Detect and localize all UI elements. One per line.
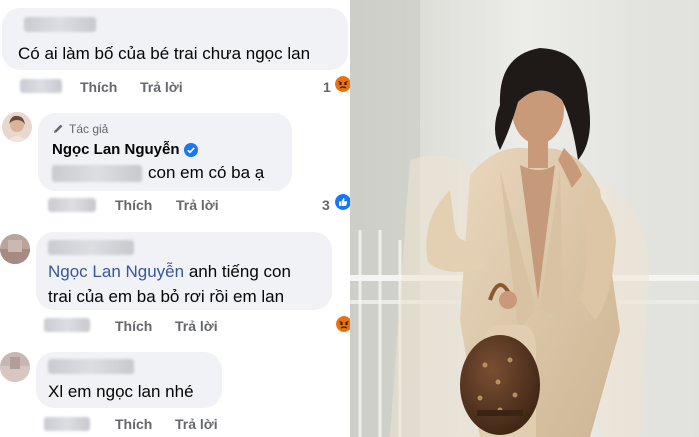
angry-reaction-icon (335, 76, 350, 92)
mention-link[interactable]: Ngọc Lan Nguyễn (48, 262, 184, 281)
author-comment-bubble: Tác giả Ngọc Lan Nguyễn con em có ba ạ (38, 113, 292, 191)
author-avatar[interactable] (2, 112, 32, 142)
comment-text: Có ai làm bố của bé trai chưa ngọc lan (18, 44, 311, 63)
blurred-timestamp (44, 318, 90, 332)
photo-illustration (350, 0, 699, 437)
blurred-mention (52, 165, 142, 182)
reaction-count[interactable]: 3 (322, 197, 330, 213)
blurred-username (48, 240, 134, 255)
blurred-timestamp (48, 198, 96, 212)
blurred-timestamp (20, 79, 62, 93)
comment-bubble: Có ai làm bố của bé trai chưa ngọc lan (2, 8, 348, 70)
like-button[interactable]: Thích (115, 318, 152, 334)
comment-text: con em có ba ạ (148, 163, 265, 182)
reply-button[interactable]: Trả lời (175, 416, 218, 432)
blurred-timestamp (44, 417, 90, 431)
comment-text: Xl em ngọc lan nhé (48, 382, 194, 401)
like-reaction-icon (335, 194, 350, 210)
reply-button[interactable]: Trả lời (176, 197, 219, 213)
author-name-link[interactable]: Ngọc Lan Nguyễn (52, 141, 180, 158)
photo-woman-in-beige-suit (350, 0, 699, 437)
author-badge: Tác giả (52, 121, 172, 137)
blurred-username (48, 359, 134, 374)
comment-bubble: Ngọc Lan Nguyễn anh tiếng con trai của e… (36, 232, 332, 310)
angry-reaction-icon (336, 316, 350, 332)
reply-button[interactable]: Trả lời (175, 318, 218, 334)
commenter-avatar[interactable] (0, 352, 30, 382)
like-button[interactable]: Thích (80, 79, 117, 95)
like-button[interactable]: Thích (115, 416, 152, 432)
comment-text-line1: Ngọc Lan Nguyễn anh tiếng con (48, 262, 291, 281)
comment-text-line2: trai của em ba bỏ rơi rồi em lan (48, 287, 285, 306)
comment-bubble: Xl em ngọc lan nhé (36, 352, 222, 408)
pen-icon (54, 124, 63, 133)
reaction-count[interactable]: 1 (323, 79, 331, 95)
blurred-username (24, 17, 96, 32)
reply-button[interactable]: Trả lời (140, 79, 183, 95)
comment-thread-screenshot: Có ai làm bố của bé trai chưa ngọc lan T… (0, 0, 350, 437)
commenter-avatar[interactable] (0, 234, 30, 264)
verified-badge-icon (184, 143, 198, 157)
like-button[interactable]: Thích (115, 197, 152, 213)
